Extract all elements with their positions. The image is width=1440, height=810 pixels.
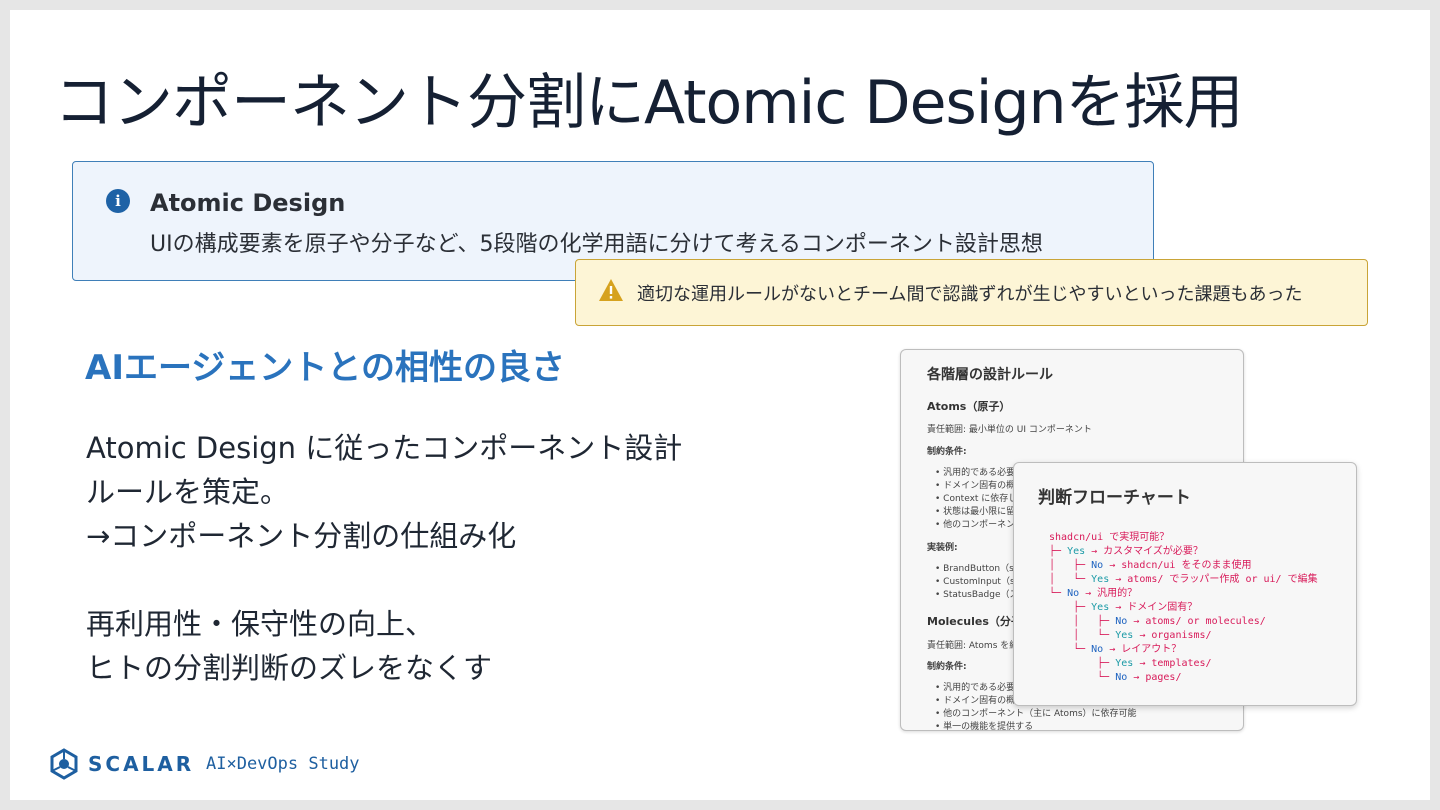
section-heading: AIエージェントとの相性の良さ: [85, 348, 565, 388]
list-item: • Context に依存し: [935, 494, 1018, 504]
flowchart-line: └─ No → レイアウト？: [1049, 643, 1318, 657]
list-item: • 状態は最小限に留: [935, 507, 1016, 517]
flowchart-line: └─ No → 汎用的？: [1049, 587, 1318, 601]
flowchart-title: 判断フローチャート: [1038, 488, 1191, 508]
flowchart-line: ├─ Yes → カスタマイズが必要？: [1049, 545, 1318, 559]
flowchart-text: → atoms/ or molecules/: [1127, 616, 1266, 627]
flowchart-text: → pages/: [1127, 672, 1182, 683]
examples-label: 実装例:: [927, 543, 958, 553]
flowchart-panel: 判断フローチャート shadcn/ui で実現可能？ ├─ Yes → カスタマイ…: [1013, 462, 1357, 706]
flowchart-answer: No: [1091, 560, 1104, 571]
flowchart-branch: │ └─: [1049, 574, 1092, 585]
warning-callout: 適切な運用ルールがないとチーム間で認識ずれが生じやすいといった課題もあった: [575, 259, 1368, 326]
list-item: • 単一の機能を提供する: [935, 722, 1034, 731]
flowchart-branch: ├─: [1049, 602, 1092, 613]
list-item: • StatusBadge（ス: [935, 590, 1019, 600]
flowchart-branch: │ └─: [1049, 630, 1116, 641]
flowchart-text: → shadcn/ui をそのまま使用: [1103, 560, 1252, 571]
atoms-heading: Atoms（原子）: [927, 400, 1011, 413]
flowchart-answer: No: [1067, 588, 1080, 599]
list-item: • 汎用的である必要: [935, 468, 1016, 478]
warning-icon: [599, 279, 623, 301]
flowchart-branch: │ ├─: [1049, 560, 1092, 571]
slide-title: コンポーネント分割にAtomic Designを採用: [54, 68, 1244, 138]
info-icon: i: [106, 189, 130, 213]
flowchart-line: │ └─ Yes → organisms/: [1049, 629, 1318, 643]
body-line: →コンポーネント分割の仕組み化: [86, 519, 517, 553]
flowchart-line: │ ├─ No → shadcn/ui をそのまま使用: [1049, 559, 1318, 573]
info-heading: Atomic Design: [150, 189, 346, 217]
scalar-logo-icon: [50, 748, 78, 780]
molecules-scope: 責任範囲: Atoms を組: [927, 641, 1019, 651]
flowchart-answer: No: [1115, 672, 1128, 683]
constraints-label: 制約条件:: [927, 662, 967, 672]
slide: コンポーネント分割にAtomic Designを採用 i Atomic Desi…: [10, 10, 1430, 800]
flowchart-line: ├─ Yes → templates/: [1049, 657, 1318, 671]
flowchart-text: → レイアウト？: [1103, 644, 1182, 655]
flowchart-branch: └─: [1049, 672, 1116, 683]
flowchart-branch: ├─: [1049, 658, 1116, 669]
flowchart-answer: Yes: [1091, 602, 1110, 613]
body-line: 再利用性・保守性の向上、: [86, 607, 435, 641]
list-item: • 汎用的である必要: [935, 683, 1016, 693]
flowchart-text: → templates/: [1133, 658, 1212, 669]
flowchart-answer: No: [1115, 616, 1128, 627]
flowchart-text: shadcn/ui で実現可能？: [1049, 532, 1170, 543]
flowchart-line: ├─ Yes → ドメイン固有？: [1049, 601, 1318, 615]
flowchart-text: → カスタマイズが必要？: [1085, 546, 1203, 557]
body-line: ルールを策定。: [86, 475, 290, 509]
flowchart-text: → organisms/: [1133, 630, 1212, 641]
flowchart-text: → atoms/ でラッパー作成 or ui/ で編集: [1109, 574, 1318, 585]
atoms-scope: 責任範囲: 最小単位の UI コンポーネント: [927, 425, 1092, 435]
flowchart-line: │ ├─ No → atoms/ or molecules/: [1049, 615, 1318, 629]
footer-subtitle: AI×DevOps Study: [206, 754, 360, 774]
flowchart-text: → 汎用的？: [1079, 588, 1138, 599]
flowchart-line: └─ No → pages/: [1049, 671, 1318, 685]
flowchart-answer: Yes: [1115, 630, 1134, 641]
flowchart-body: shadcn/ui で実現可能？ ├─ Yes → カスタマイズが必要？ │ ├─ …: [1049, 531, 1318, 685]
list-item: • ドメイン固有の概: [935, 481, 1016, 491]
list-item: • 他のコンポーネン: [935, 520, 1016, 530]
body-line: ヒトの分割判断のズレをなくす: [86, 651, 493, 685]
flowchart-branch: ├─: [1049, 546, 1068, 557]
flowchart-branch: └─: [1049, 588, 1068, 599]
warning-text: 適切な運用ルールがないとチーム間で認識ずれが生じやすいといった課題もあった: [637, 284, 1303, 305]
flowchart-branch: │ ├─: [1049, 616, 1116, 627]
list-item: • 他のコンポーネント（主に Atoms）に依存可能: [935, 709, 1137, 719]
info-description: UIの構成要素を原子や分子など、5段階の化学用語に分けて考えるコンポーネント設計…: [150, 232, 1043, 257]
flowchart-answer: Yes: [1067, 546, 1086, 557]
list-item: • BrandButton（sh: [935, 564, 1020, 574]
list-item: • CustomInput（sh: [935, 577, 1021, 587]
flowchart-answer: Yes: [1115, 658, 1134, 669]
flowchart-answer: Yes: [1091, 574, 1110, 585]
list-item: • ドメイン固有の概: [935, 696, 1016, 706]
flowchart-branch: └─: [1049, 644, 1092, 655]
flowchart-line: shadcn/ui で実現可能？: [1049, 531, 1318, 545]
flowchart-text: → ドメイン固有？: [1109, 602, 1198, 613]
flowchart-answer: No: [1091, 644, 1104, 655]
design-rules-title: 各階層の設計ルール: [927, 367, 1053, 383]
brand-name: SCALAR: [88, 752, 195, 776]
flowchart-line: │ └─ Yes → atoms/ でラッパー作成 or ui/ で編集: [1049, 573, 1318, 587]
body-line: Atomic Design に従ったコンポーネント設計: [86, 431, 683, 465]
constraints-label: 制約条件:: [927, 447, 967, 457]
